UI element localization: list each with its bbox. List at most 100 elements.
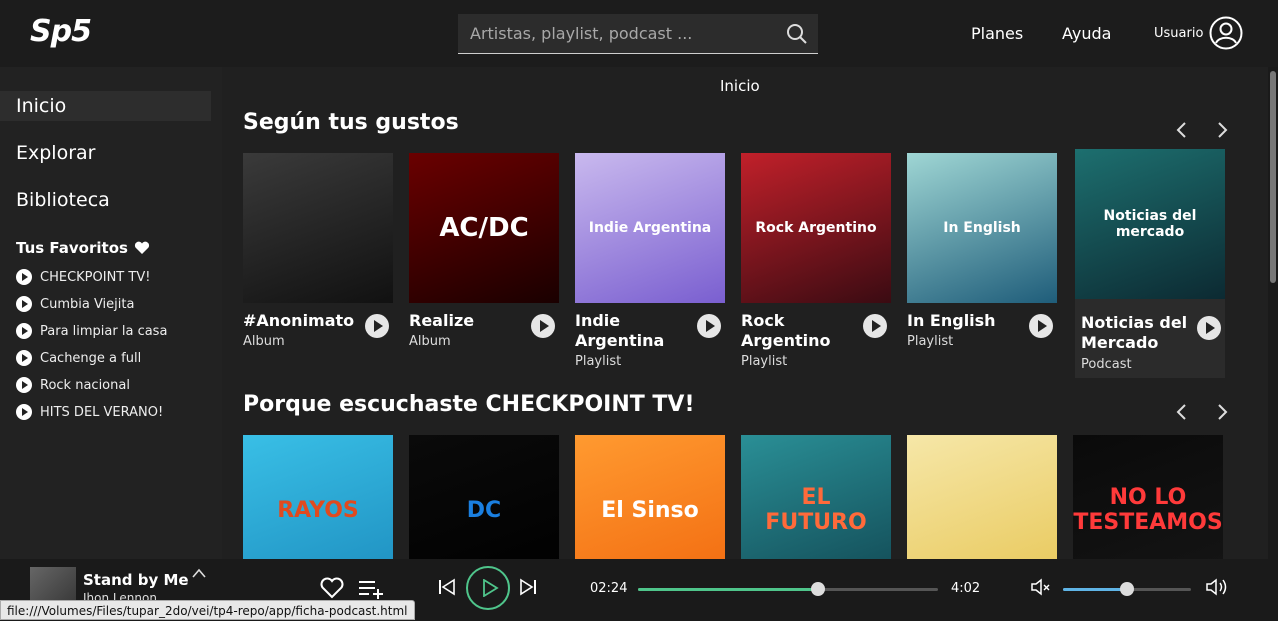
section-title: Según tus gustos [243, 110, 459, 135]
card-cover[interactable]: El Sinso [575, 435, 725, 559]
previous-track-icon[interactable] [437, 577, 457, 597]
cover-text: RAYOS [277, 497, 359, 523]
cover-text: Rock Argentino [755, 220, 877, 236]
user-label[interactable]: Usuario [1154, 26, 1203, 41]
cover-text: DC [466, 497, 502, 523]
card-cover[interactable]: Noticias del mercado [1075, 149, 1225, 299]
favorite-item[interactable]: Cumbia Viejita [16, 296, 134, 312]
play-icon[interactable] [1197, 316, 1221, 340]
content-card[interactable]: Rock Argentino Rock Argentino Playlist [741, 153, 891, 369]
content-card[interactable]: NO LO TESTEAMOS [1073, 435, 1223, 559]
mute-icon[interactable] [1030, 577, 1052, 597]
content-card[interactable] [907, 435, 1057, 559]
scrollbar[interactable] [1268, 67, 1278, 559]
search-icon[interactable] [786, 23, 808, 45]
card-cover[interactable]: RAYOS [243, 435, 393, 559]
card-title[interactable]: Realize [409, 311, 519, 331]
play-icon[interactable] [863, 314, 887, 338]
play-icon[interactable] [16, 296, 32, 312]
add-to-queue-icon[interactable] [357, 578, 385, 600]
play-icon[interactable] [481, 579, 499, 597]
nav-planes[interactable]: Planes [971, 24, 1023, 43]
play-icon[interactable] [531, 314, 555, 338]
favorite-item[interactable]: HITS DEL VERANO! [16, 404, 163, 420]
favorite-item[interactable]: Rock nacional [16, 377, 130, 393]
cover-text: El Sinso [601, 497, 699, 523]
user-avatar-icon[interactable] [1209, 16, 1243, 50]
card-cover[interactable]: EL FUTURO [741, 435, 891, 559]
cover-text: Noticias del mercado [1103, 208, 1197, 240]
content-card[interactable]: DC [409, 435, 559, 559]
play-icon[interactable] [16, 323, 32, 339]
play-icon[interactable] [365, 314, 389, 338]
card-type: Playlist [907, 334, 954, 349]
card-cover[interactable] [243, 153, 393, 303]
play-icon[interactable] [16, 404, 32, 420]
card-title[interactable]: Noticias del Mercado [1081, 313, 1191, 353]
card-title[interactable]: #Anonimato [243, 311, 354, 331]
content-card[interactable]: EL FUTURO [741, 435, 891, 559]
content-card[interactable]: RAYOS [243, 435, 393, 559]
content-card[interactable]: Noticias del mercado Noticias del Mercado… [1075, 149, 1225, 378]
next-track-icon[interactable] [518, 577, 538, 597]
sidebar: Inicio Explorar Biblioteca Tus Favoritos… [0, 67, 222, 559]
chevron-left-icon[interactable] [1172, 402, 1192, 422]
favorites-title: Tus Favoritos [16, 239, 128, 257]
play-icon[interactable] [16, 350, 32, 366]
card-type: Album [243, 334, 285, 349]
content-card[interactable]: Indie Argentina Indie Argentina Playlist [575, 153, 725, 369]
logo[interactable]: Sp5 [30, 14, 92, 49]
favorites-heading: Tus Favoritos [16, 239, 150, 257]
card-cover[interactable]: NO LO TESTEAMOS [1073, 435, 1223, 559]
search-box[interactable] [458, 14, 818, 54]
card-title[interactable]: In English [907, 311, 1017, 331]
card-cover[interactable]: In English [907, 153, 1057, 303]
progress-track[interactable] [638, 588, 938, 591]
play-icon[interactable] [697, 314, 721, 338]
card-title[interactable]: Indie Argentina [575, 311, 685, 351]
nav-ayuda[interactable]: Ayuda [1062, 24, 1111, 43]
favorite-item[interactable]: CHECKPOINT TV! [16, 269, 150, 285]
volume-max-icon[interactable] [1205, 576, 1231, 598]
chevron-up-icon[interactable] [191, 567, 207, 579]
card-title[interactable]: Rock Argentino [741, 311, 851, 351]
content-card[interactable]: In English In English Playlist [907, 153, 1057, 349]
favorite-item[interactable]: Para limpiar la casa [16, 323, 167, 339]
card-type: Playlist [575, 354, 622, 369]
card-cover[interactable]: DC [409, 435, 559, 559]
chevron-right-icon[interactable] [1212, 402, 1232, 422]
time-total: 4:02 [951, 581, 981, 596]
play-button[interactable] [466, 566, 510, 610]
sidebar-item-explorar[interactable]: Explorar [0, 138, 211, 168]
cover-text: AC/DC [439, 213, 529, 243]
progress-fill [638, 588, 818, 591]
chevron-left-icon[interactable] [1172, 120, 1192, 140]
track-title[interactable]: Stand by Me [83, 571, 189, 589]
card-cover[interactable]: Rock Argentino [741, 153, 891, 303]
favorite-item[interactable]: Cachenge a full [16, 350, 141, 366]
search-input[interactable] [458, 14, 778, 53]
play-icon[interactable] [16, 377, 32, 393]
content-card[interactable]: AC/DC Realize Album [409, 153, 559, 349]
cover-text: EL FUTURO [765, 485, 867, 535]
content-card[interactable]: El Sinso [575, 435, 725, 559]
sidebar-item-biblioteca[interactable]: Biblioteca [0, 185, 211, 215]
content-card[interactable]: #Anonimato Album [243, 153, 393, 349]
volume-knob[interactable] [1120, 582, 1134, 596]
play-icon[interactable] [1029, 314, 1053, 338]
card-cover[interactable]: AC/DC [409, 153, 559, 303]
sidebar-item-inicio[interactable]: Inicio [0, 91, 211, 121]
chevron-right-icon[interactable] [1212, 120, 1232, 140]
play-icon[interactable] [16, 269, 32, 285]
status-bar-url: file:///Volumes/Files/tupar_2do/vei/tp4-… [0, 600, 415, 620]
heart-icon[interactable] [319, 576, 345, 600]
top-bar: Sp5 Planes Ayuda Usuario [0, 0, 1278, 67]
card-type: Podcast [1081, 357, 1132, 372]
scroll-thumb[interactable] [1270, 71, 1276, 283]
breadcrumb: Inicio [720, 77, 760, 95]
cover-text: NO LO TESTEAMOS [1073, 485, 1223, 535]
card-cover[interactable]: Indie Argentina [575, 153, 725, 303]
main-content: Inicio Según tus gustos #Anonimato Album A… [222, 67, 1268, 559]
progress-knob[interactable] [811, 582, 825, 596]
card-cover[interactable] [907, 435, 1057, 559]
